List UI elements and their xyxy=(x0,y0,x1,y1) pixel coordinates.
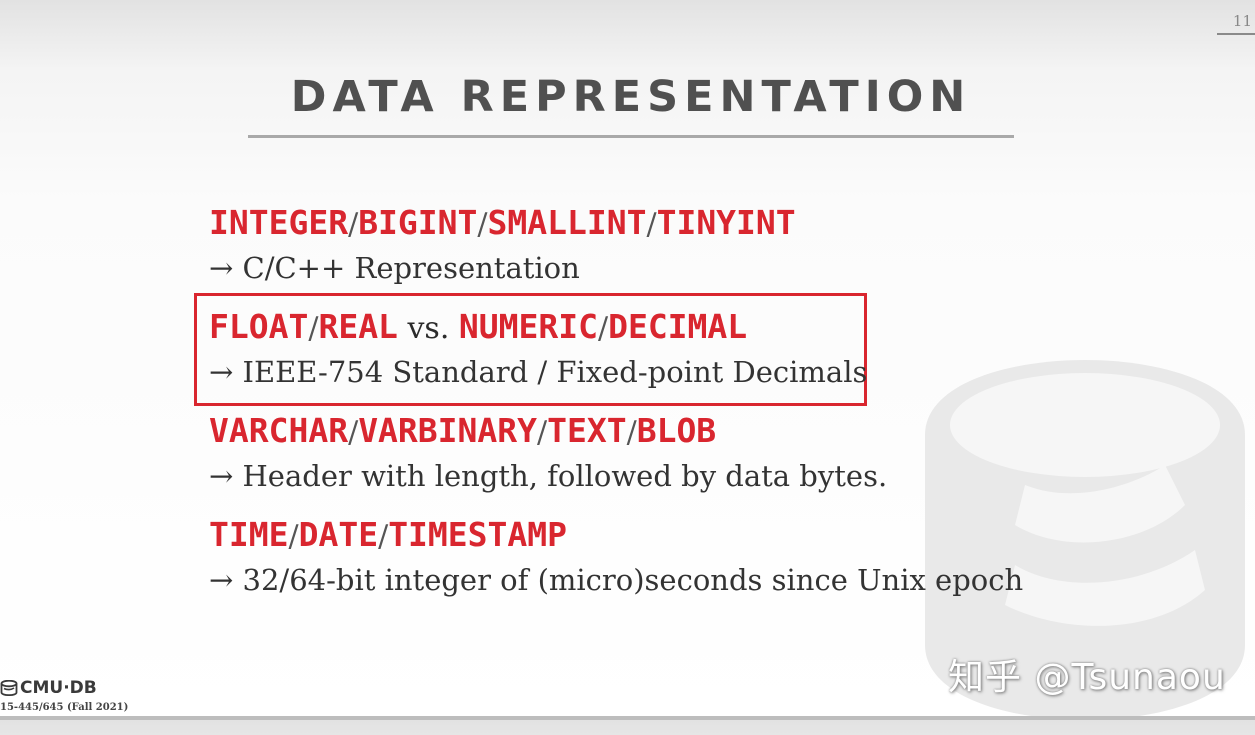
separator: / xyxy=(378,519,389,554)
type-timestamp: TIMESTAMP xyxy=(388,515,567,554)
type-varchar: VARCHAR xyxy=(209,411,349,450)
type-text: TEXT xyxy=(547,411,627,450)
item-description: → 32/64-bit integer of (micro)seconds si… xyxy=(209,563,1024,597)
type-bigint: BIGINT xyxy=(358,203,478,242)
separator: / xyxy=(597,311,609,346)
database-logo-icon xyxy=(0,680,18,696)
type-time: TIME xyxy=(209,515,289,554)
item-heading: TIME/DATE/TIMESTAMP xyxy=(209,515,1023,555)
course-label: 15-445/645 (Fall 2021) xyxy=(0,702,129,713)
versus-label: vs. xyxy=(397,311,459,346)
type-numeric: NUMERIC xyxy=(458,307,598,346)
item-heading: FLOAT/REAL vs. NUMERIC/DECIMAL xyxy=(209,307,867,347)
separator: / xyxy=(348,207,359,242)
separator: / xyxy=(537,415,548,450)
item-description: → Header with length, followed by data b… xyxy=(209,459,888,493)
type-date: DATE xyxy=(298,515,379,554)
item-description: → IEEE-754 Standard / Fixed-point Decima… xyxy=(209,355,868,389)
item-description: → C/C++ Representation xyxy=(209,251,580,285)
type-varbinary: VARBINARY xyxy=(358,411,537,450)
title-divider xyxy=(248,135,1014,138)
type-real: REAL xyxy=(318,307,398,346)
slide-title: DATA REPRESENTATION xyxy=(290,72,972,122)
slide-number: 11 xyxy=(1232,12,1252,30)
separator: / xyxy=(308,311,319,346)
separator: / xyxy=(477,207,488,242)
logo-text: CMU·DB xyxy=(20,678,97,698)
item-heading: VARCHAR/VARBINARY/TEXT/BLOB xyxy=(209,411,887,451)
type-decimal: DECIMAL xyxy=(608,307,748,346)
type-integer: INTEGER xyxy=(209,203,349,242)
type-smallint: SMALLINT xyxy=(487,203,647,242)
separator: / xyxy=(288,519,299,554)
separator: / xyxy=(626,415,637,450)
type-tinyint: TINYINT xyxy=(656,203,796,242)
bottom-border xyxy=(0,716,1255,720)
list-item-float-types: FLOAT/REAL vs. NUMERIC/DECIMAL → IEEE-75… xyxy=(209,307,867,392)
list-item-integer-types: INTEGER/BIGINT/SMALLINT/TINYINT → C/C++ … xyxy=(209,203,796,288)
list-item-varlen-types: VARCHAR/VARBINARY/TEXT/BLOB → Header wit… xyxy=(209,411,887,496)
zhihu-watermark: 知乎 @Tsunaou xyxy=(948,657,1226,698)
list-item-time-types: TIME/DATE/TIMESTAMP → 32/64-bit integer … xyxy=(209,515,1023,600)
separator: / xyxy=(348,415,359,450)
slide-number-underline xyxy=(1217,33,1255,35)
type-blob: BLOB xyxy=(636,411,717,450)
footer-logo: CMU·DB xyxy=(0,678,97,698)
separator: / xyxy=(646,207,657,242)
type-float: FLOAT xyxy=(209,307,309,346)
item-heading: INTEGER/BIGINT/SMALLINT/TINYINT xyxy=(209,203,796,243)
